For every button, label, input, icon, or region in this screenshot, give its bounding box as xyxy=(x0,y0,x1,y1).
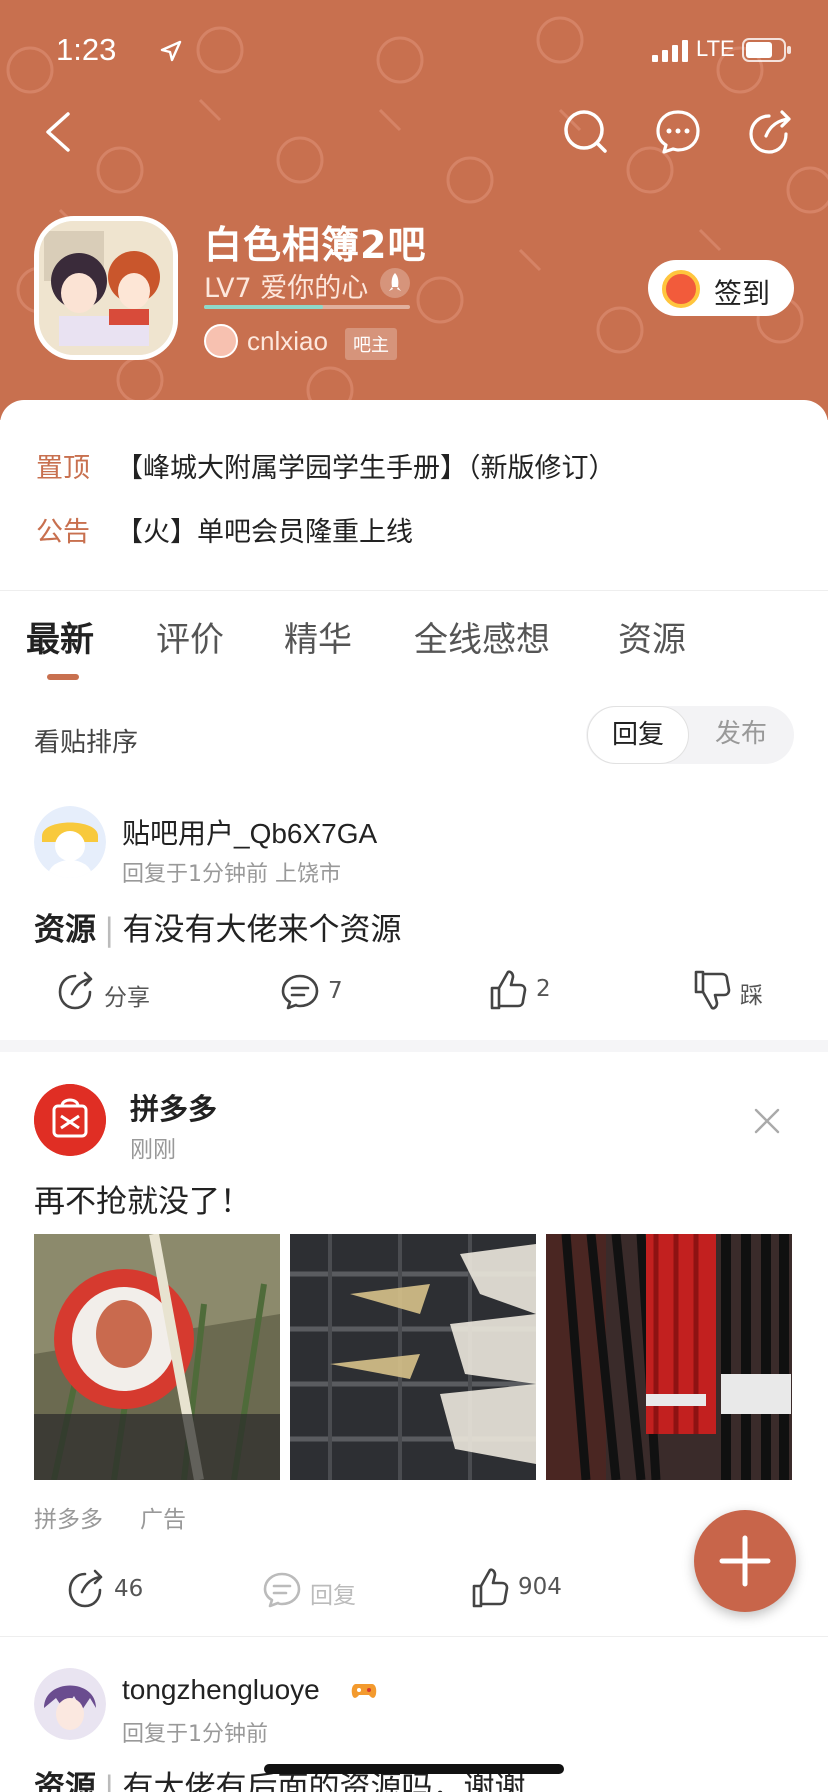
tab-featured[interactable]: 精华 xyxy=(284,612,352,661)
category-separator: | xyxy=(104,1770,115,1792)
post-meta: 回复于1分钟前 xyxy=(122,1722,268,1747)
announcement-text: 【火】单吧会员隆重上线 xyxy=(116,517,413,548)
sort-by-reply[interactable]: 回复 xyxy=(587,706,689,764)
tiger-avatar-image xyxy=(34,806,106,878)
comment-button[interactable]: 7 xyxy=(280,970,380,1014)
ad-text[interactable]: 再不抢就没了！ xyxy=(34,1176,251,1221)
category-separator: | xyxy=(104,912,115,948)
battery-icon xyxy=(742,38,791,62)
pinduoduo-logo[interactable] xyxy=(34,1084,106,1156)
share-icon xyxy=(58,971,93,1010)
ad-like-button[interactable]: 904 xyxy=(470,1566,580,1610)
ad-reply-label: 回复 xyxy=(310,1583,356,1609)
sort-toggle: 回复 发布 xyxy=(586,706,794,764)
pinned-notice[interactable]: 置顶 【峰城大附属学园学生手册】（新版修订） xyxy=(36,446,796,486)
comment-icon xyxy=(281,974,319,1010)
ad-image-bait-picture xyxy=(34,1234,280,1480)
status-time: 1:23 xyxy=(56,32,117,67)
forum-avatar-image xyxy=(39,221,173,355)
section-divider xyxy=(0,1040,828,1052)
forum-header: 1:23 LTE 白色相簿2吧 LV7 爱你的心 cnlxiao 吧主 签到 xyxy=(0,0,828,420)
share-button[interactable]: 分享 xyxy=(56,970,176,1014)
search-icon[interactable] xyxy=(562,108,610,156)
active-tab-indicator xyxy=(47,674,79,680)
post-title[interactable]: 资源 | 有没有大佬来个资源 xyxy=(34,904,401,949)
tab-latest[interactable]: 最新 xyxy=(26,612,94,661)
announcement-tag: 公告 xyxy=(36,517,90,548)
divider xyxy=(0,1636,828,1637)
new-post-button[interactable] xyxy=(694,1510,796,1612)
dislike-label: 踩 xyxy=(740,983,763,1009)
ad-like-count: 904 xyxy=(518,1574,562,1600)
forum-level[interactable]: LV7 爱你的心 xyxy=(204,266,368,305)
sort-label: 看贴排序 xyxy=(34,728,139,758)
network-type: LTE xyxy=(696,36,735,61)
level-progress-bar xyxy=(204,305,410,309)
ad-image-rods-picture xyxy=(546,1234,792,1480)
announcement-notice[interactable]: 公告 【火】单吧会员隆重上线 xyxy=(36,510,796,550)
ad-image-bait[interactable] xyxy=(34,1234,280,1480)
share-icon[interactable] xyxy=(746,108,794,156)
anime-avatar-image xyxy=(34,1668,106,1740)
level-progress-fill xyxy=(204,305,324,309)
back-icon[interactable] xyxy=(40,110,76,154)
pinned-text: 【峰城大附属学园学生手册】（新版修订） xyxy=(116,453,616,484)
comment-icon xyxy=(263,1572,301,1608)
post-author-avatar[interactable] xyxy=(34,1668,106,1740)
owner-avatar[interactable] xyxy=(204,324,238,358)
forum-title: 白色相簿2吧 xyxy=(204,223,427,267)
tab-resources[interactable]: 资源 xyxy=(618,612,686,661)
sign-in-label: 签到 xyxy=(714,277,771,310)
thumbs-up-icon xyxy=(490,970,527,1010)
pinduoduo-logo-image xyxy=(34,1084,106,1156)
ad-advertiser-name[interactable]: 拼多多 xyxy=(130,1086,217,1128)
thumbs-up-icon xyxy=(472,1568,509,1608)
owner-badge: 吧主 xyxy=(345,328,397,360)
sort-by-publish[interactable]: 发布 xyxy=(690,706,792,764)
post-author-name[interactable]: 贴吧用户_Qb6X7GA xyxy=(122,812,377,852)
thumbs-down-icon xyxy=(694,970,731,1010)
ad-image-tackle[interactable] xyxy=(290,1234,536,1480)
ad-reply-button[interactable]: 回复 xyxy=(262,1568,382,1612)
rocket-icon[interactable] xyxy=(380,268,410,298)
status-bar: 1:23 LTE xyxy=(0,28,828,72)
share-icon xyxy=(68,1569,103,1608)
post-category: 资源 xyxy=(34,1770,96,1792)
dislike-button[interactable]: 踩 xyxy=(692,968,792,1012)
divider xyxy=(0,590,828,591)
ad-share-count: 46 xyxy=(114,1576,144,1602)
location-arrow-icon xyxy=(160,40,182,62)
share-label: 分享 xyxy=(104,985,150,1011)
sign-in-button[interactable]: 签到 xyxy=(648,260,794,316)
comment-count: 7 xyxy=(328,978,343,1004)
chat-icon[interactable] xyxy=(654,108,702,156)
ad-image-tackle-picture xyxy=(290,1234,536,1480)
plus-icon xyxy=(719,1535,771,1587)
ad-source: 拼多多 xyxy=(34,1507,103,1533)
post-category: 资源 xyxy=(34,912,96,948)
home-indicator[interactable] xyxy=(264,1764,564,1774)
coin-icon xyxy=(662,270,700,308)
forum-avatar[interactable] xyxy=(34,216,178,360)
ad-label: 广告 xyxy=(140,1507,186,1533)
post-author-avatar[interactable] xyxy=(34,806,106,878)
ad-share-button[interactable]: 46 xyxy=(66,1568,166,1612)
tab-reviews[interactable]: 评价 xyxy=(156,612,224,661)
tab-impressions[interactable]: 全线感想 xyxy=(414,612,550,661)
game-badge-icon xyxy=(351,1684,377,1698)
pinned-tag: 置顶 xyxy=(36,453,90,484)
owner-name[interactable]: cnlxiao xyxy=(247,326,328,357)
post-author-name[interactable]: tongzhengluoye xyxy=(122,1674,320,1706)
ad-time: 刚刚 xyxy=(130,1137,176,1163)
post-title-text: 有没有大佬来个资源 xyxy=(122,912,402,948)
signal-icon xyxy=(652,40,688,62)
like-button[interactable]: 2 xyxy=(488,968,588,1012)
like-count: 2 xyxy=(536,976,551,1002)
close-icon[interactable] xyxy=(752,1106,782,1136)
ad-image-rods[interactable] xyxy=(546,1234,792,1480)
post-meta: 回复于1分钟前 上饶市 xyxy=(122,862,341,887)
